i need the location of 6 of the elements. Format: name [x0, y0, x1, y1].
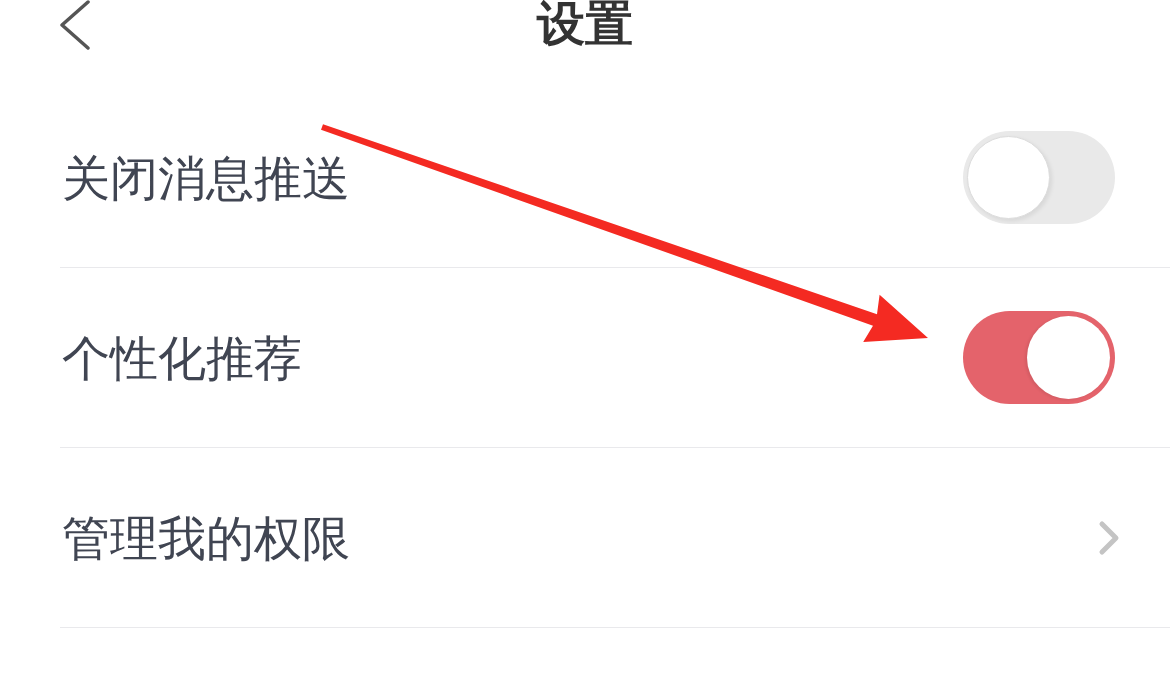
- page-title: 设置: [537, 0, 633, 48]
- setting-label: 管理我的权限: [61, 508, 350, 568]
- setting-label: 关闭消息推送: [61, 148, 350, 208]
- back-icon[interactable]: [58, 0, 92, 50]
- chevron-right-icon: [1098, 519, 1120, 556]
- setting-label: 个性化推荐: [61, 328, 302, 388]
